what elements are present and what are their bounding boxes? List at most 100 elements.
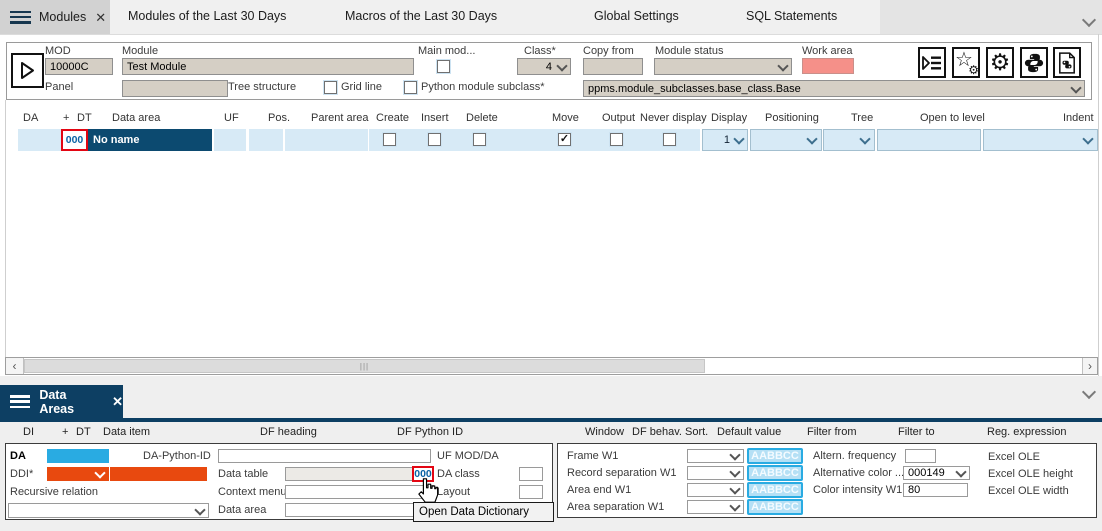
- insert-checkbox[interactable]: [428, 133, 441, 146]
- python-subclass-select[interactable]: ppms.module_subclasses.base_class.Base: [583, 80, 1085, 97]
- display-select[interactable]: 1: [702, 129, 748, 151]
- alternative-color-label: Alternative color ...: [813, 467, 904, 479]
- record-separation-w1-label: Record separation W1: [567, 467, 676, 479]
- ddi-select-orange[interactable]: [47, 467, 109, 481]
- module-name-input[interactable]: Test Module: [122, 58, 414, 75]
- row-cell-data-area-selected[interactable]: No name: [88, 129, 212, 151]
- color-intensity-w1-input[interactable]: 80: [903, 483, 968, 497]
- copy-from-input[interactable]: [583, 58, 643, 75]
- tab-global-settings[interactable]: Global Settings: [594, 9, 679, 23]
- area-end-w1-label: Area end W1: [567, 484, 631, 496]
- uf-mod-da-label: UF MOD/DA: [437, 450, 499, 462]
- work-area-field[interactable]: [802, 58, 854, 74]
- tab-sql-statements[interactable]: SQL Statements: [746, 9, 837, 23]
- output-checkbox[interactable]: [610, 133, 623, 146]
- chevron-down-icon[interactable]: [1084, 386, 1094, 404]
- ddi-field-orange[interactable]: [110, 467, 207, 481]
- data-table-input[interactable]: [285, 467, 413, 481]
- area-separation-w1-color-swatch[interactable]: AABBCC: [747, 499, 803, 515]
- horizontal-scrollbar[interactable]: ‹ ||| ›: [5, 357, 1098, 375]
- alternative-color-select[interactable]: 000149: [903, 466, 970, 480]
- row-dt-badge[interactable]: 000: [61, 129, 88, 151]
- class-select[interactable]: 4: [517, 58, 571, 75]
- chevron-down-icon[interactable]: [1084, 14, 1094, 32]
- altern-frequency-input[interactable]: [905, 449, 936, 463]
- add-row-button[interactable]: +: [63, 112, 69, 124]
- col-header-tree: Tree: [851, 112, 873, 124]
- create-checkbox[interactable]: [383, 133, 396, 146]
- context-menu-input[interactable]: [285, 485, 434, 499]
- da-python-id-input[interactable]: [218, 449, 431, 463]
- chevron-down-icon: [777, 60, 788, 71]
- da-class-input[interactable]: [519, 467, 543, 481]
- row-cell-parent-area[interactable]: [285, 129, 368, 151]
- layout-input[interactable]: [519, 485, 543, 499]
- mod-input[interactable]: 10000C: [45, 58, 113, 75]
- grid-line-checkbox[interactable]: [324, 81, 337, 94]
- area-end-w1-color-swatch[interactable]: AABBCC: [747, 482, 803, 498]
- tree-select[interactable]: [823, 129, 875, 151]
- recursive-relation-select[interactable]: [8, 503, 209, 518]
- never-display-checkbox[interactable]: [663, 133, 676, 146]
- python-file-button[interactable]: [1053, 47, 1081, 78]
- record-separation-w1-select[interactable]: [687, 466, 744, 480]
- hamburger-icon[interactable]: [10, 11, 31, 24]
- da-field-cyan[interactable]: [47, 449, 109, 463]
- positioning-select[interactable]: [750, 129, 822, 151]
- star-gear-icon: ☆ ⚙: [955, 51, 977, 75]
- area-end-w1-select[interactable]: [687, 483, 744, 497]
- scroll-right-button[interactable]: ›: [1082, 358, 1097, 374]
- col-header-data-item: Data item: [103, 426, 150, 438]
- star-settings-button[interactable]: ☆ ⚙: [952, 47, 980, 78]
- run-macro-list-icon: [922, 54, 942, 72]
- tab-data-areas-active[interactable]: Data Areas ✕: [0, 385, 123, 418]
- da-class-label: DA class: [437, 468, 480, 480]
- col-header-move: Move: [552, 112, 579, 124]
- frame-w1-color-swatch[interactable]: AABBCC: [747, 448, 803, 464]
- altern-frequency-label: Altern. frequency: [813, 450, 896, 462]
- main-mod-checkbox[interactable]: [437, 60, 450, 73]
- run-macro-list-button[interactable]: [918, 47, 946, 78]
- run-module-button[interactable]: [11, 53, 44, 88]
- scrollbar-thumb[interactable]: |||: [24, 359, 705, 373]
- settings-button[interactable]: ⚙: [986, 47, 1014, 78]
- main-mod-label: Main mod...: [418, 45, 475, 57]
- col-header-reg-expression: Reg. expression: [987, 426, 1067, 438]
- python-subclass-checkbox[interactable]: [404, 81, 417, 94]
- tab-modules-last-30-days[interactable]: Modules of the Last 30 Days: [128, 9, 286, 23]
- close-icon[interactable]: ✕: [112, 395, 123, 408]
- tab-modules-active[interactable]: Modules ✕: [0, 0, 110, 34]
- chevron-down-icon: [955, 466, 966, 477]
- indent-select[interactable]: [983, 129, 1098, 151]
- grid-line-label: Grid line: [341, 81, 382, 93]
- chevron-down-icon: [1070, 82, 1081, 93]
- frame-w1-select[interactable]: [687, 449, 744, 463]
- row-cell-pos[interactable]: [249, 129, 283, 151]
- row-cell-da[interactable]: [18, 129, 61, 151]
- move-checkbox-checked[interactable]: ✓: [558, 133, 571, 146]
- area-separation-w1-select[interactable]: [687, 500, 744, 514]
- panel-input[interactable]: [122, 80, 228, 97]
- add-data-item-button[interactable]: +: [62, 426, 68, 438]
- tab-data-areas-label: Data Areas: [39, 388, 102, 416]
- chevron-down-icon: [94, 467, 105, 478]
- record-separation-w1-color-swatch[interactable]: AABBCC: [747, 465, 803, 481]
- col-header-parent-area: Parent area: [311, 112, 368, 124]
- chevron-down-icon: [859, 133, 870, 144]
- col-header-uf: UF: [224, 112, 239, 124]
- bottom-tab-underline: [0, 418, 1102, 422]
- chevron-down-icon: [729, 483, 740, 494]
- chevron-down-icon: [729, 500, 740, 511]
- close-icon[interactable]: ✕: [95, 11, 106, 24]
- scroll-left-button[interactable]: ‹: [6, 358, 24, 374]
- col-header-data-area: Data area: [112, 112, 160, 124]
- row-cell-uf[interactable]: [214, 129, 246, 151]
- frame-w1-label: Frame W1: [567, 450, 618, 462]
- col-header-create: Create: [376, 112, 409, 124]
- python-button[interactable]: [1020, 47, 1048, 78]
- open-to-level-cell[interactable]: [877, 129, 981, 151]
- delete-checkbox[interactable]: [473, 133, 486, 146]
- module-status-select[interactable]: [654, 58, 792, 75]
- tab-macros-last-30-days[interactable]: Macros of the Last 30 Days: [345, 9, 497, 23]
- hamburger-icon[interactable]: [10, 395, 30, 408]
